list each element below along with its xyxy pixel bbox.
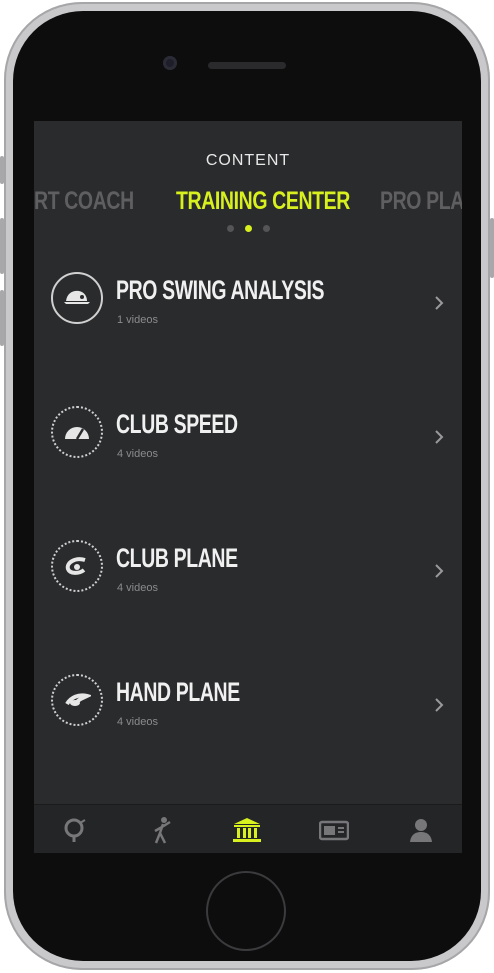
item-subtitle: 4 videos [117,716,158,728]
hand-plane-icon [51,674,103,726]
tab-coach[interactable] [60,815,90,845]
home-button[interactable] [208,873,284,949]
item-title: CLUB SPEED [116,409,238,439]
item-title: CLUB PLANE [116,543,238,573]
tab-golfer[interactable] [147,815,177,845]
tab-profile[interactable] [406,815,436,845]
golfer-icon [154,817,171,844]
video-icon [319,820,349,841]
profile-icon [410,819,432,842]
item-subtitle: 1 videos [117,314,158,326]
list-item-club-plane[interactable]: CLUB PLANE 4 videos [34,499,462,619]
tab-video[interactable] [319,815,349,845]
item-title: HAND PLANE [116,677,240,707]
list-item-club-speed[interactable]: CLUB SPEED 4 videos [34,365,462,485]
power-button [490,218,494,278]
volume-down-button [0,290,4,346]
volume-up-button [0,218,4,274]
chevron-right-icon [435,698,444,712]
page-title: CONTENT [205,152,291,169]
chevron-right-icon [435,564,444,578]
item-title: PRO SWING ANALYSIS [116,275,325,305]
earpiece-speaker [208,62,286,69]
chevron-right-icon [435,296,444,310]
list-item-hand-plane[interactable]: HAND PLANE 4 videos [34,633,462,753]
club-plane-icon [51,540,103,592]
chevron-right-icon [435,430,444,444]
speedometer-icon [51,406,103,458]
front-camera [163,56,177,70]
tab-training-center-nav[interactable] [232,815,262,845]
museum-icon [233,818,261,842]
category-carousel[interactable]: RT COACH TRAINING CENTER PRO PLAY [34,187,462,217]
list-item-pro-swing-analysis[interactable]: PRO SWING ANALYSIS 1 videos [34,231,462,351]
tab-training-center[interactable]: TRAINING CENTER [176,187,350,216]
golfer-cap-icon [51,272,103,324]
coach-icon [64,818,86,842]
item-subtitle: 4 videos [117,582,158,594]
tab-rt-coach[interactable]: RT COACH [34,187,134,216]
bottom-tab-bar [34,804,462,853]
app-screen: CONTENT RT COACH TRAINING CENTER PRO PLA… [34,121,462,853]
mute-switch [0,156,4,184]
item-subtitle: 4 videos [117,448,158,460]
tab-pro-play[interactable]: PRO PLAY [380,187,462,216]
